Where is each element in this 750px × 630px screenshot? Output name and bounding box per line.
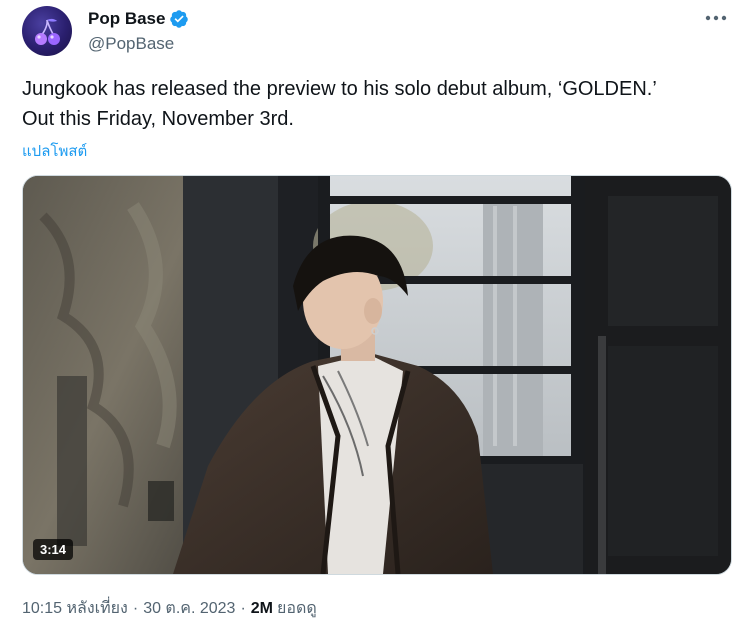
more-options-button[interactable] <box>702 6 730 30</box>
verified-badge-icon[interactable] <box>169 9 189 29</box>
more-icon <box>705 15 727 21</box>
avatar[interactable] <box>22 6 72 56</box>
cherry-icon <box>35 18 60 45</box>
translate-post-link[interactable]: แปลโพสต์ <box>22 139 87 163</box>
tweet-text: Jungkook has released the preview to his… <box>22 78 657 130</box>
meta-separator: · <box>132 599 139 617</box>
tweet-metadata: 10:15 หลังเที่ยง · 30 ต.ค. 2023 · 2M ยอด… <box>22 596 317 621</box>
display-name[interactable]: Pop Base <box>88 9 165 29</box>
tweet-date[interactable]: 30 ต.ค. 2023 <box>143 596 235 621</box>
views-count[interactable]: 2M <box>251 600 273 618</box>
views-label: ยอดดู <box>277 600 317 617</box>
meta-separator: · <box>240 599 246 617</box>
tweet-container: Pop Base @PopBase Jungkook has released … <box>0 0 750 630</box>
name-row: Pop Base <box>88 8 189 30</box>
video-thumbnail <box>23 176 731 574</box>
tweet-time[interactable]: 10:15 หลังเที่ยง <box>22 596 128 621</box>
handle[interactable]: @PopBase <box>88 34 174 54</box>
video-player[interactable]: 3:14 <box>22 175 732 575</box>
video-duration-badge: 3:14 <box>33 539 74 560</box>
